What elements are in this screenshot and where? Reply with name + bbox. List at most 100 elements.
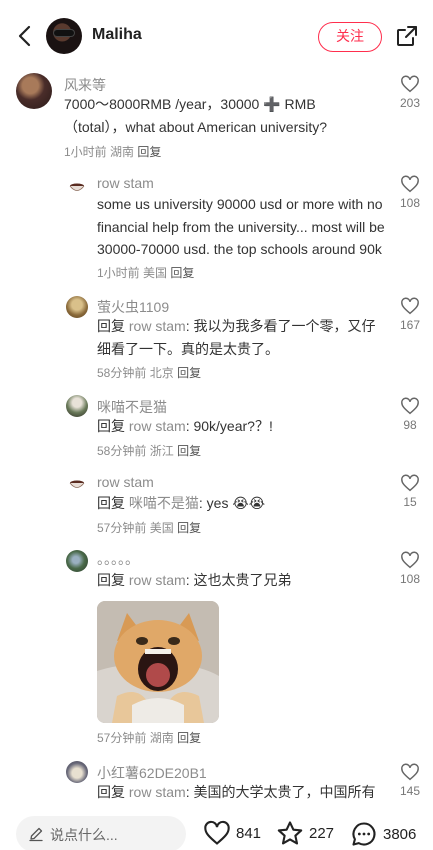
commenter-avatar[interactable] xyxy=(16,73,52,109)
commenter-avatar[interactable] xyxy=(67,177,87,197)
reply-button[interactable]: 回复 xyxy=(177,731,201,745)
reply-target[interactable]: row stam xyxy=(129,318,186,334)
comment-location: 北京 xyxy=(149,366,174,380)
comment-bubble-icon xyxy=(352,822,376,846)
commenter-name[interactable]: row stam xyxy=(97,474,154,490)
reply-target[interactable]: 咪喵不是猫 xyxy=(129,495,199,511)
heart-icon xyxy=(401,474,419,492)
comment-meta: 58分钟前 浙江 回复 xyxy=(97,442,201,459)
comment-item: 风来等 7000～8000RMB /year，30000 ➕ RMB（total… xyxy=(0,70,433,170)
like-button[interactable]: 167 xyxy=(390,297,430,332)
star-icon xyxy=(277,821,303,845)
like-count: 145 xyxy=(399,784,421,798)
heart-icon xyxy=(401,763,419,781)
reply-text: some us university 90000 usd or more wit… xyxy=(97,193,389,284)
like-count: 108 xyxy=(399,572,421,586)
reply-button[interactable]: 回复 xyxy=(137,145,161,159)
comment-meta: 1小时前 美国 回复 xyxy=(97,266,194,280)
reply-button[interactable]: 回复 xyxy=(177,444,201,458)
comment-time: 58分钟前 xyxy=(97,444,147,458)
reply-button[interactable]: 回复 xyxy=(170,266,194,280)
colon: : xyxy=(198,495,207,511)
follow-button[interactable]: 关注 xyxy=(318,22,382,52)
heart-icon xyxy=(401,397,419,415)
reply-content: some us university 90000 usd or more wit… xyxy=(97,196,385,257)
reply-text: 回复 row stam: 这也太贵了兄弟 xyxy=(97,569,387,592)
collect-post-button[interactable]: 227 xyxy=(276,820,334,847)
comment-time: 57分钟前 xyxy=(97,731,147,745)
comment-meta: 57分钟前 美国 回复 xyxy=(97,519,201,536)
reply-button[interactable]: 回复 xyxy=(177,366,201,380)
like-button[interactable]: 145 xyxy=(390,763,430,798)
reply-prefix: 回复 xyxy=(97,784,125,800)
reply-button[interactable]: 回复 xyxy=(177,521,201,535)
like-button[interactable]: 203 xyxy=(390,75,430,110)
commenter-avatar[interactable] xyxy=(66,395,88,417)
reply-item: 咪喵不是猫 回复 row stam: 90k/year?？! 58分钟前 浙江 … xyxy=(0,392,433,462)
commenter-name[interactable]: 风来等 xyxy=(64,75,106,95)
heart-icon xyxy=(401,75,419,93)
like-count: 98 xyxy=(403,418,417,432)
reply-content: 90k/year?？! xyxy=(193,418,273,434)
like-count: 167 xyxy=(399,318,421,332)
post-star-count: 227 xyxy=(309,825,335,842)
author-avatar[interactable] xyxy=(46,18,82,54)
reply-target[interactable]: row stam xyxy=(129,418,186,434)
bottom-action-bar: 说点什么... 841 227 3806 xyxy=(0,806,433,850)
heart-icon xyxy=(401,551,419,569)
cat-illustration xyxy=(97,601,219,723)
comment-meta: 57分钟前 湖南 回复 xyxy=(97,729,201,746)
comment-input[interactable]: 说点什么... xyxy=(16,816,186,850)
like-button[interactable]: 98 xyxy=(390,397,430,432)
commenter-name[interactable]: 小红薯62DE20B1 xyxy=(97,763,207,783)
like-post-button[interactable]: 841 xyxy=(203,820,261,846)
comment-input-placeholder: 说点什么... xyxy=(50,827,118,843)
author-name[interactable]: Maliha xyxy=(92,26,142,44)
like-button[interactable]: 108 xyxy=(390,551,430,586)
comment-time: 1小时前 xyxy=(64,145,107,159)
top-bar: Maliha 关注 xyxy=(0,0,433,72)
reply-prefix: 回复 xyxy=(97,495,125,511)
like-button[interactable]: 15 xyxy=(390,474,430,509)
reply-content: yes xyxy=(206,495,229,511)
reply-text: 回复 row stam: 我以为我多看了一个零，又仔细看了一下。真的是太贵了。 xyxy=(97,315,387,360)
like-count: 15 xyxy=(403,495,417,509)
reply-prefix: 回复 xyxy=(97,318,125,334)
commenter-avatar[interactable] xyxy=(67,474,87,494)
heart-icon xyxy=(204,820,230,845)
reply-item: 萤火虫1109 回复 row stam: 我以为我多看了一个零，又仔细看了一下。… xyxy=(0,292,433,382)
share-icon[interactable] xyxy=(395,24,419,48)
commenter-name[interactable]: row stam xyxy=(97,175,154,191)
commenter-name[interactable]: 咪喵不是猫 xyxy=(97,397,167,417)
commenter-avatar[interactable] xyxy=(66,761,88,783)
reply-item: row stam some us university 90000 usd or… xyxy=(0,170,433,285)
commenter-name[interactable]: 萤火虫1109 xyxy=(97,297,169,317)
comment-post-button[interactable]: 3806 xyxy=(350,820,416,848)
reply-target[interactable]: row stam xyxy=(129,572,186,588)
reply-item: 小红薯62DE20B1 回复 row stam: 美国的大学太贵了，中国所有 1… xyxy=(0,758,433,806)
comment-location: 湖南 xyxy=(149,731,174,745)
reply-text: 回复 row stam: 90k/year?？! xyxy=(97,415,387,438)
reply-content: 美国的大学太贵了，中国所有 xyxy=(193,784,376,800)
heart-icon xyxy=(401,175,419,193)
comment-location: 浙江 xyxy=(149,444,174,458)
comment-time: 57分钟前 xyxy=(97,521,147,535)
post-like-count: 841 xyxy=(236,824,262,842)
comment-text: 7000～8000RMB /year，30000 ➕ RMB（total），wh… xyxy=(64,96,328,135)
commenter-avatar[interactable] xyxy=(66,296,88,318)
back-arrow-icon[interactable] xyxy=(14,24,36,48)
reply-prefix: 回复 xyxy=(97,572,125,588)
screaming-cat-image[interactable] xyxy=(97,601,219,723)
like-count: 108 xyxy=(399,196,421,210)
reply-content: 这也太贵了兄弟 xyxy=(193,572,292,588)
commenter-avatar[interactable] xyxy=(66,550,88,572)
commenter-name[interactable]: 。。。。。 xyxy=(97,549,139,569)
comment-meta: 1小时前 湖南 回复 xyxy=(64,143,161,160)
crying-emoji: 😭😭 xyxy=(232,495,266,511)
comment-time: 1小时前 xyxy=(97,265,140,280)
like-count: 203 xyxy=(399,96,421,110)
comment-time: 58分钟前 xyxy=(97,366,147,380)
like-button[interactable]: 108 xyxy=(390,175,430,210)
reply-target[interactable]: row stam xyxy=(129,784,186,800)
comment-location: 湖南 xyxy=(110,145,135,159)
